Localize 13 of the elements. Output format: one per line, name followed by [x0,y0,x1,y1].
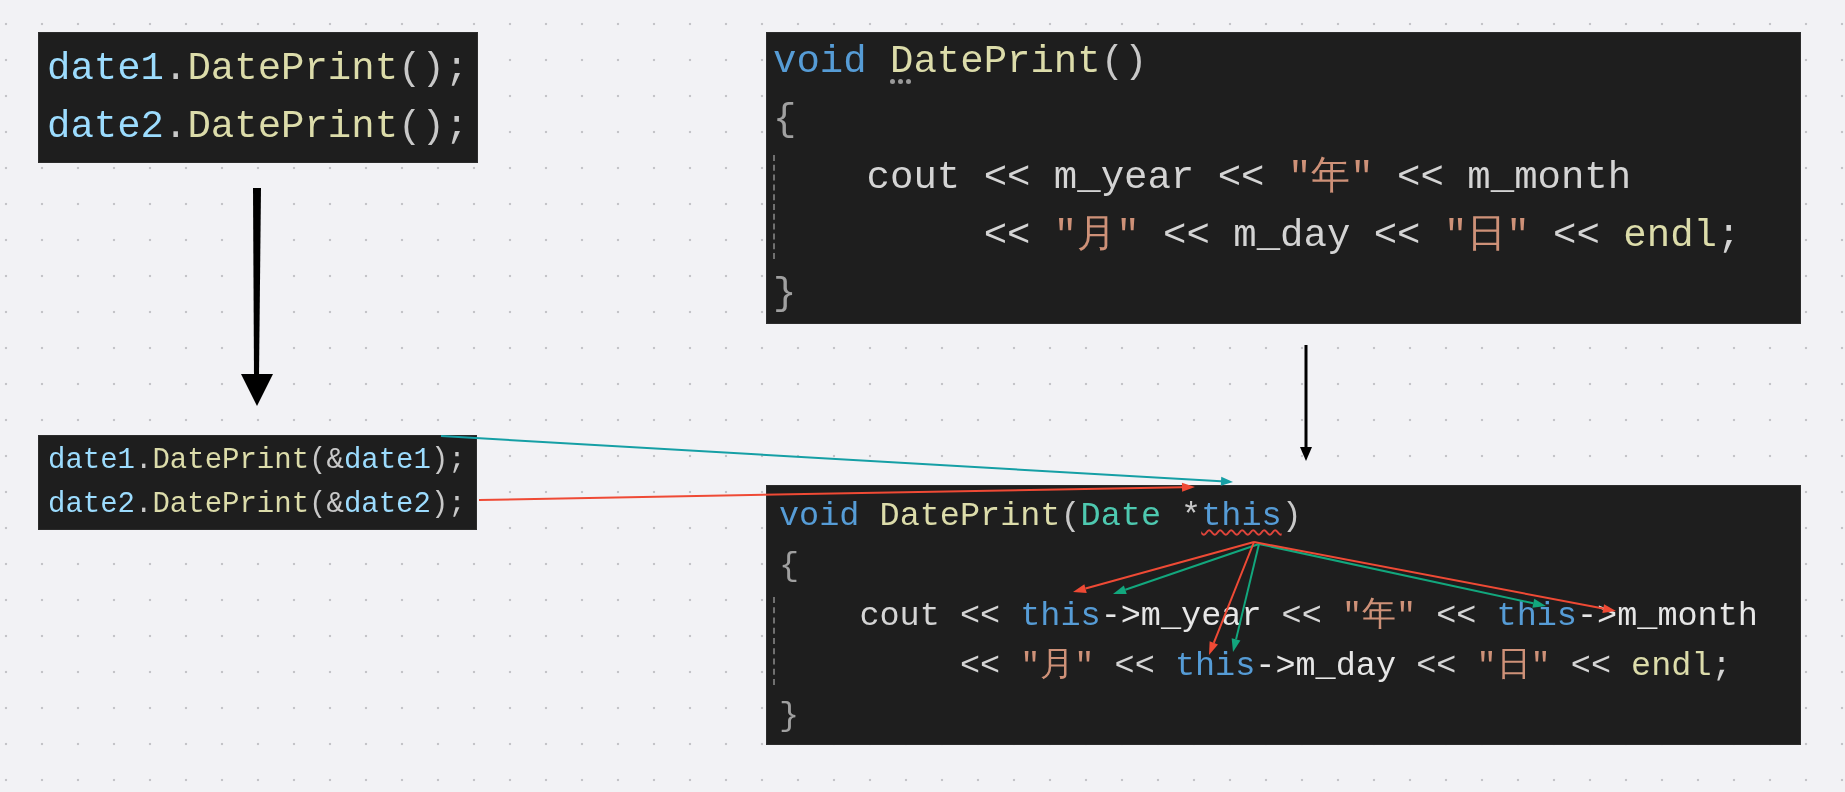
code-line: cout << m_year << "年" << m_month [865,155,1632,202]
code-line: << "月" << this->m_day << "日" << endl; [958,646,1732,687]
code-line: date2.DatePrint(); [47,104,469,151]
code-line: date2.DatePrint(&date2); [48,487,466,523]
code-line: << "月" << m_day << "日" << endl; [982,213,1741,260]
code-line: date1.DatePrint(); [47,46,469,93]
code-line: void DatePrint(Date *this) [779,496,1302,537]
code-line: void DatePrint() [773,39,1148,86]
code-line: { [779,546,800,587]
code-line: date1.DatePrint(&date1); [48,443,466,479]
code-line: { [773,97,797,144]
code-line: } [779,696,800,737]
code-line: } [773,271,797,318]
